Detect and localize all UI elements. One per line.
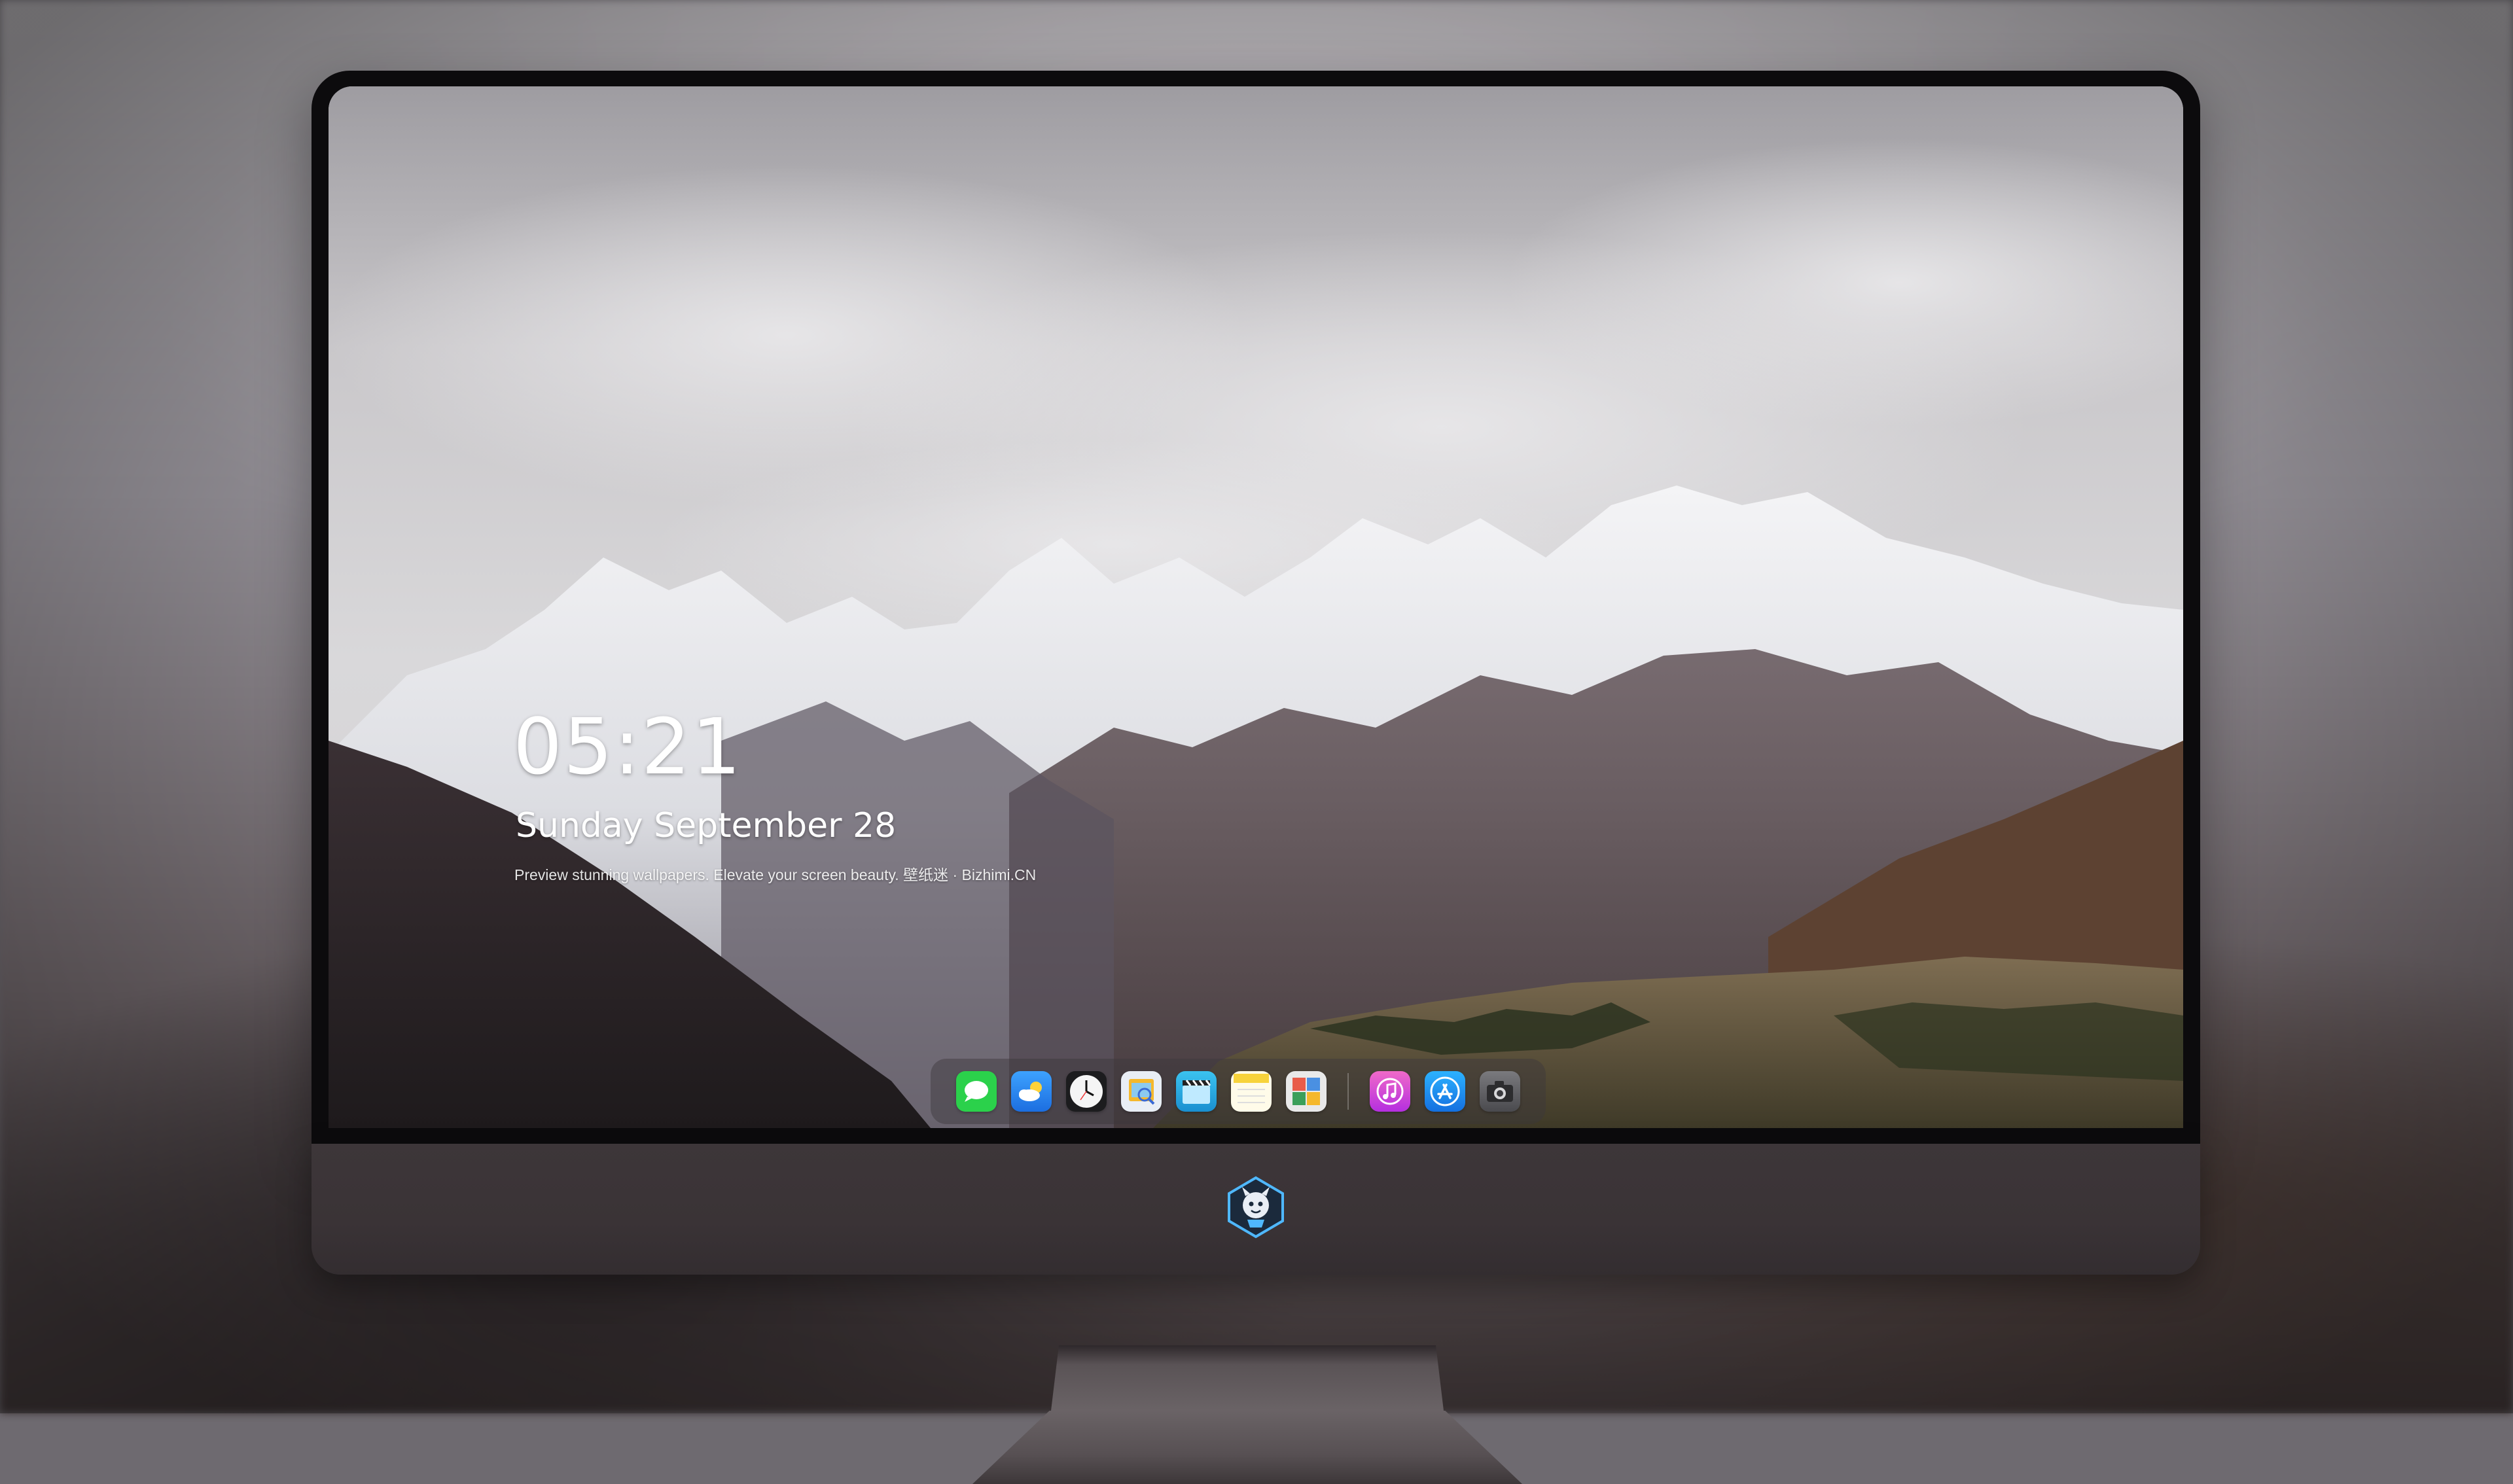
photo-booth-icon[interactable] xyxy=(1286,1071,1327,1112)
mountain-wallpaper xyxy=(329,86,2183,1128)
itunes-icon[interactable] xyxy=(1370,1071,1410,1112)
screen: 05:21 Sunday September 28 Preview stunni… xyxy=(329,86,2183,1128)
messages-icon[interactable] xyxy=(956,1071,997,1112)
monitor-bezel: 05:21 Sunday September 28 Preview stunni… xyxy=(312,71,2200,1144)
dragon-mascot-logo xyxy=(1228,1176,1284,1239)
wallpaper-caption: Preview stunning wallpapers. Elevate you… xyxy=(514,866,1037,883)
lock-date: Sunday September 28 xyxy=(516,806,897,845)
preview-icon[interactable] xyxy=(1121,1071,1162,1112)
camera-icon[interactable] xyxy=(1480,1071,1520,1112)
weather-icon[interactable] xyxy=(1011,1071,1052,1112)
monitor: 05:21 Sunday September 28 Preview stunni… xyxy=(312,71,2200,1484)
monitor-stand-neck xyxy=(1051,1345,1444,1411)
monitor-chin xyxy=(312,1144,2200,1275)
app-store-icon[interactable] xyxy=(1425,1071,1465,1112)
monitor-stand-base xyxy=(972,1411,1522,1484)
lock-clock: 05:21 xyxy=(513,701,743,792)
clock-icon[interactable] xyxy=(1066,1071,1107,1112)
final-cut-icon[interactable] xyxy=(1176,1071,1217,1112)
dock xyxy=(931,1059,1546,1124)
notes-icon[interactable] xyxy=(1231,1071,1272,1112)
dock-separator xyxy=(1347,1073,1349,1110)
